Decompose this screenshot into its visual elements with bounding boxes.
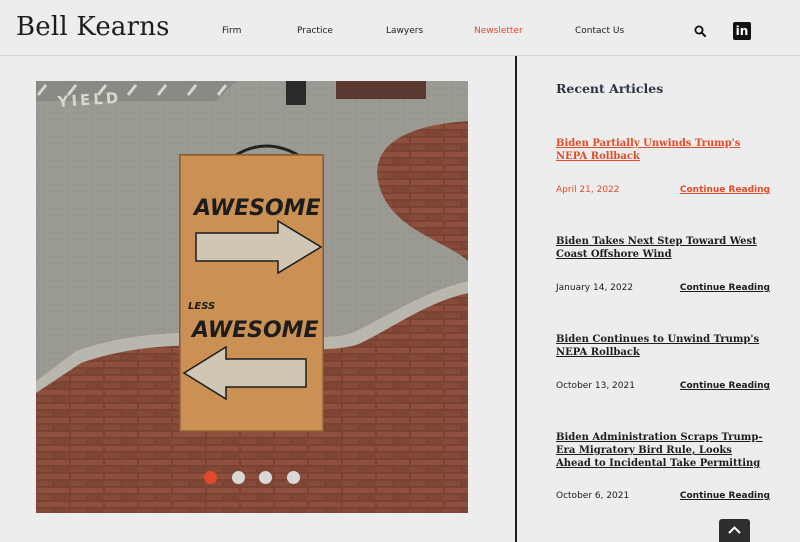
search-icon[interactable]: [694, 25, 706, 37]
article-title-link[interactable]: Biden Continues to Unwind Trump's NEPA R…: [556, 333, 770, 359]
continue-reading-link[interactable]: Continue Reading: [680, 381, 770, 391]
nav-lawyers[interactable]: Lawyers: [386, 26, 423, 36]
continue-reading-link[interactable]: Continue Reading: [680, 283, 770, 293]
article-item: Biden Administration Scraps Trump-Era Mi…: [556, 431, 770, 503]
article-item: Biden Takes Next Step Toward West Coast …: [556, 235, 770, 297]
site-header: Bell Kearns Firm Practice Lawyers Newsle…: [0, 0, 800, 56]
scroll-to-top-button[interactable]: [719, 519, 750, 542]
continue-reading-link[interactable]: Continue Reading: [680, 185, 770, 195]
article-date: January 14, 2022: [556, 283, 634, 293]
article-title-link[interactable]: Biden Partially Unwinds Trump's NEPA Rol…: [556, 137, 770, 163]
continue-reading-link[interactable]: Continue Reading: [680, 491, 770, 501]
carousel-dot-2[interactable]: [231, 471, 245, 484]
sign-less-text: LESS: [188, 301, 215, 312]
column-divider: [515, 56, 517, 542]
linkedin-icon[interactable]: in: [733, 22, 751, 40]
nav-practice[interactable]: Practice: [297, 26, 333, 36]
hero-carousel[interactable]: YIELD AWESOME LESS AWESOME: [36, 81, 468, 513]
article-title-link[interactable]: Biden Takes Next Step Toward West Coast …: [556, 235, 770, 261]
carousel-dot-3[interactable]: [259, 471, 273, 484]
sign-top-text: AWESOME: [192, 196, 321, 221]
recent-articles-heading: Recent Articles: [556, 81, 664, 96]
chevron-up-icon: [728, 526, 741, 534]
carousel-dot-4[interactable]: [286, 471, 300, 484]
article-item: Biden Partially Unwinds Trump's NEPA Rol…: [556, 137, 770, 199]
article-date: October 6, 2021: [556, 491, 630, 501]
carousel-dot-1[interactable]: [204, 471, 218, 484]
nav-firm[interactable]: Firm: [222, 26, 241, 36]
nav-newsletter[interactable]: Newsletter: [474, 26, 523, 36]
nav-contact-us[interactable]: Contact Us: [575, 26, 624, 36]
article-item: Biden Continues to Unwind Trump's NEPA R…: [556, 333, 770, 395]
article-title-link[interactable]: Biden Administration Scraps Trump-Era Mi…: [556, 431, 770, 470]
carousel-dots: [36, 471, 468, 489]
article-date: October 13, 2021: [556, 381, 635, 391]
article-date: April 21, 2022: [556, 185, 620, 195]
site-logo[interactable]: Bell Kearns: [16, 12, 170, 42]
sign-bottom-text: AWESOME: [190, 318, 319, 343]
hero-image: YIELD AWESOME LESS AWESOME: [36, 81, 468, 513]
